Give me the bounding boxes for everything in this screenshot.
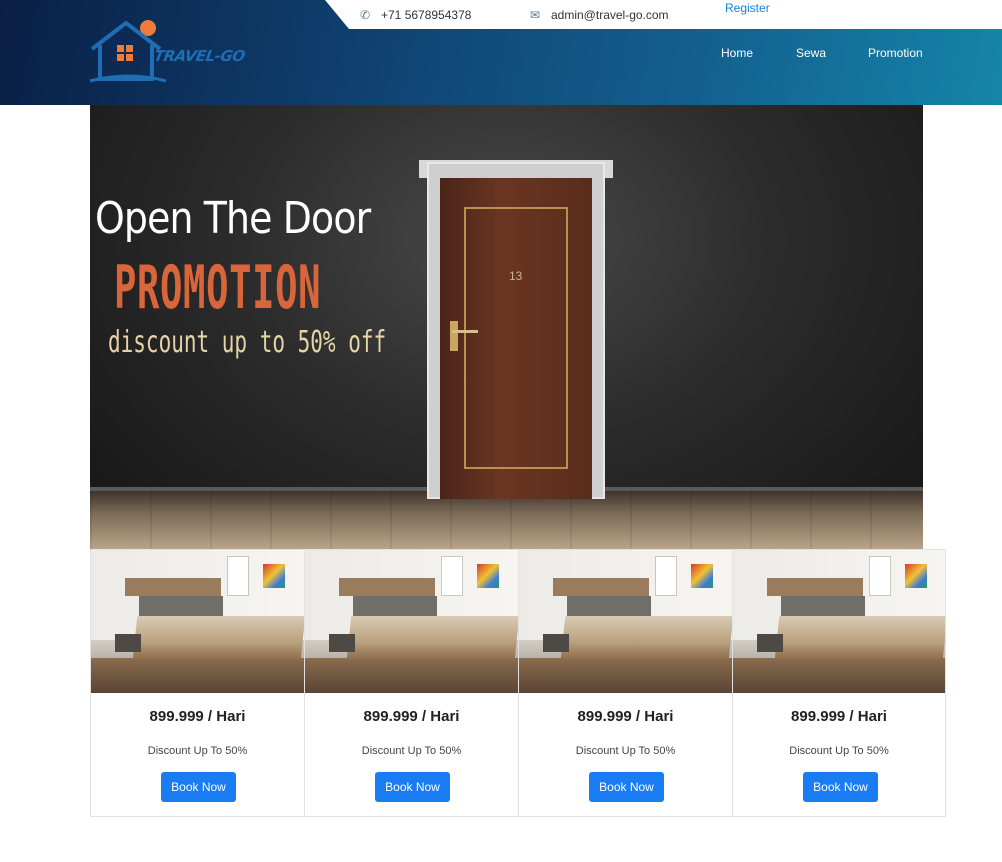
hero-discount-text: discount up to 50% off [108, 325, 387, 360]
offer-card: 899.999 / Hari Discount Up To 50% Book N… [304, 549, 518, 817]
phone-contact: ✆ +71 5678954378 [357, 0, 471, 29]
email-contact: ✉ admin@travel-go.com [527, 0, 669, 29]
book-now-button[interactable]: Book Now [589, 772, 664, 802]
nav-sewa[interactable]: Sewa [796, 46, 826, 60]
offer-card: 899.999 / Hari Discount Up To 50% Book N… [518, 549, 732, 817]
door-handle [450, 321, 458, 351]
room-image [305, 550, 518, 693]
book-now-button[interactable]: Book Now [161, 772, 236, 802]
room-image [733, 550, 945, 693]
room-image [519, 550, 732, 693]
room-image [91, 550, 304, 693]
card-price: 899.999 / Hari [577, 708, 674, 725]
register-link[interactable]: Register [725, 0, 770, 17]
nav-home[interactable]: Home [721, 46, 753, 60]
card-price: 899.999 / Hari [149, 708, 246, 725]
card-discount: Discount Up To 50% [789, 745, 889, 757]
door-lever [452, 330, 478, 333]
hero-banner: 13 Open The Door PROMOTION discount up t… [90, 105, 923, 549]
door-panel [464, 207, 568, 469]
travel-go-logo[interactable]: TRAVEL-GO [88, 19, 248, 83]
card-discount: Discount Up To 50% [147, 745, 248, 757]
card-discount: Discount Up To 50% [361, 745, 462, 757]
card-price: 899.999 / Hari [363, 708, 460, 725]
card-discount: Discount Up To 50% [575, 745, 676, 757]
offer-card: 899.999 / Hari Discount Up To 50% Book N… [732, 549, 946, 817]
site-header: ✆ +71 5678954378 ✉ admin@travel-go.com R… [0, 0, 1002, 105]
nav-promotion[interactable]: Promotion [868, 46, 923, 60]
offer-card: 899.999 / Hari Discount Up To 50% Book N… [90, 549, 304, 817]
logo-text: TRAVEL-GO [152, 47, 247, 65]
card-price: 899.999 / Hari [791, 708, 887, 725]
offer-cards: 899.999 / Hari Discount Up To 50% Book N… [90, 549, 948, 817]
email-address: admin@travel-go.com [551, 7, 669, 22]
book-now-button[interactable]: Book Now [375, 772, 450, 802]
hero-promotion-title: PROMOTION [114, 253, 322, 323]
book-now-button[interactable]: Book Now [803, 772, 878, 802]
phone-number: +71 5678954378 [381, 7, 472, 22]
door-number: 13 [509, 269, 523, 283]
envelope-icon: ✉ [529, 7, 541, 22]
hero-headline: Open The Door [95, 193, 371, 244]
phone-icon: ✆ [359, 7, 371, 22]
